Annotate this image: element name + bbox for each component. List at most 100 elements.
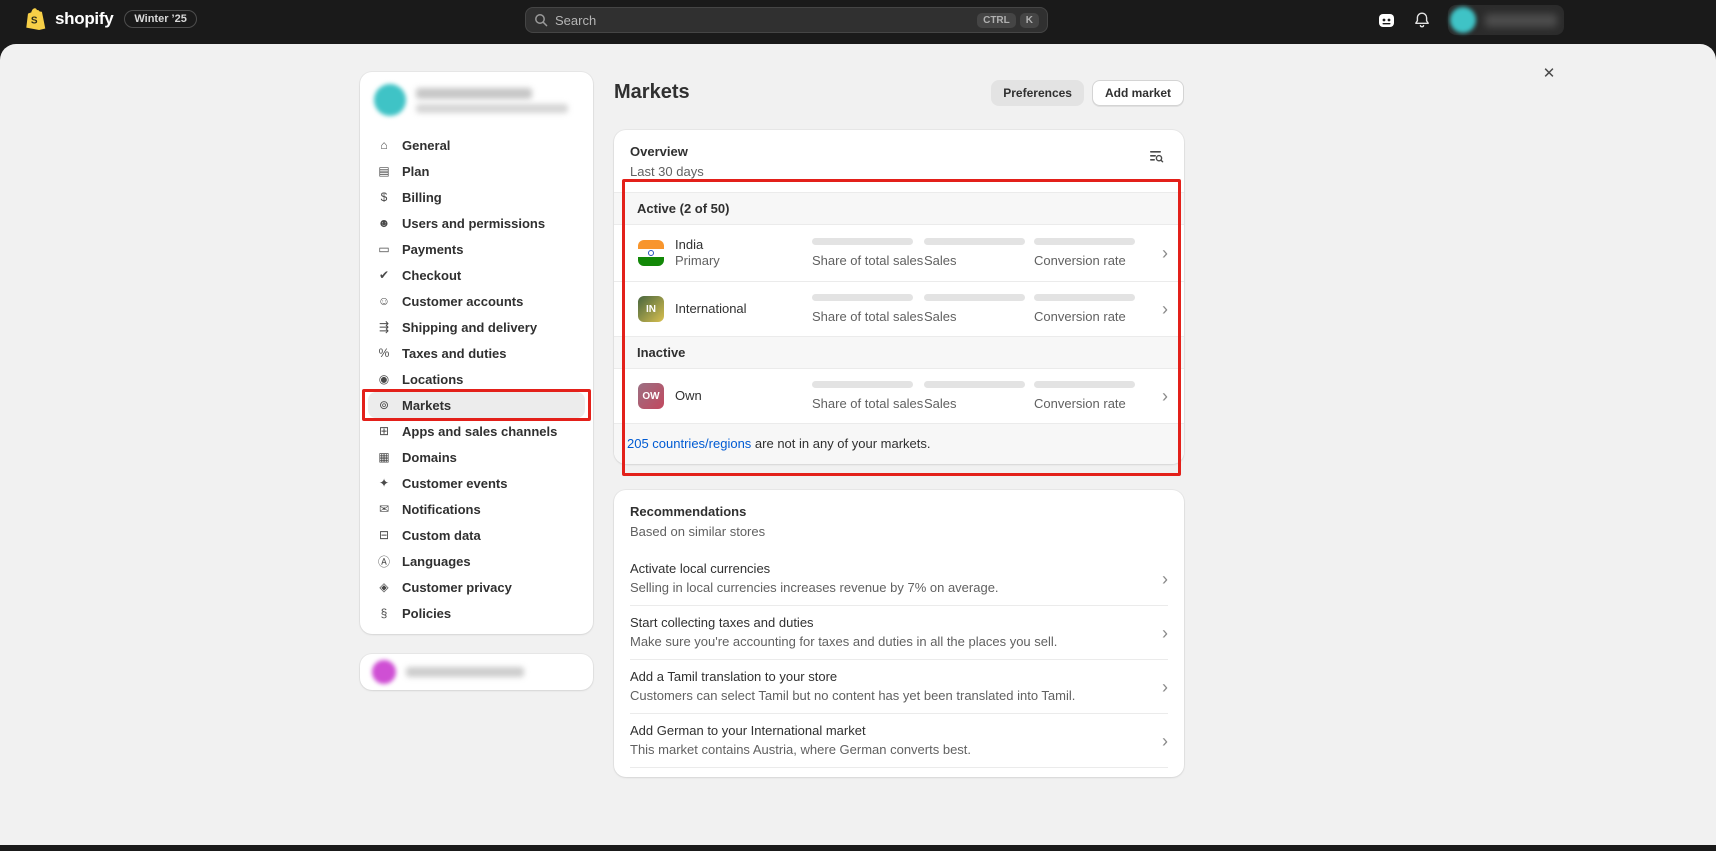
metric-share-of-total-sales: Share of total sales xyxy=(812,294,924,324)
sidekick-button[interactable] xyxy=(1374,8,1398,32)
shopify-logo[interactable]: S shopify Winter ’25 xyxy=(26,7,197,31)
market-row[interactable]: OW Own Share of total salesSalesConversi… xyxy=(614,369,1184,423)
market-row[interactable]: India Primary Share of total salesSalesC… xyxy=(614,225,1184,281)
metric-label: Conversion rate xyxy=(1034,396,1144,411)
market-row[interactable]: IN International Share of total salesSal… xyxy=(614,281,1184,336)
sidebar-item-custom-data[interactable]: ⊟ Custom data xyxy=(368,522,585,548)
market-metrics: Share of total salesSalesConversion rate xyxy=(812,294,1151,324)
metric-label: Share of total sales xyxy=(812,396,924,411)
sidebar-item-apps-and-sales-channels[interactable]: ⊞ Apps and sales channels xyxy=(368,418,585,444)
policy-doc-icon: § xyxy=(376,606,392,620)
sidebar-item-customer-privacy[interactable]: ◈ Customer privacy xyxy=(368,574,585,600)
add-market-button[interactable]: Add market xyxy=(1092,80,1184,106)
overview-card: Overview Last 30 days Active (2 of 50) xyxy=(614,130,1184,464)
store-name-redacted xyxy=(416,88,568,113)
payments-icon: ▭ xyxy=(376,242,392,256)
market-section-header: Inactive xyxy=(614,336,1184,369)
metric-label: Sales xyxy=(924,253,1034,268)
overview-subtitle: Last 30 days xyxy=(630,164,704,180)
sidebar-item-checkout[interactable]: ✔ Checkout xyxy=(368,262,585,288)
recommendation-title: Start collecting taxes and duties xyxy=(630,615,1150,631)
person-icon: ☺ xyxy=(376,294,392,308)
account-menu[interactable] xyxy=(1448,5,1564,35)
recommendation-title: Add a Tamil translation to your store xyxy=(630,669,1150,685)
close-button[interactable]: ✕ xyxy=(1536,60,1562,86)
metric-label: Sales xyxy=(924,309,1034,324)
metric-value-skeleton xyxy=(812,294,913,301)
sidebar-item-markets[interactable]: ⊚ Markets xyxy=(368,392,585,418)
tax-icon: % xyxy=(376,346,392,360)
recommendation-description: Customers can select Tamil but no conten… xyxy=(630,688,1150,704)
sidebar-item-label: Plan xyxy=(402,164,429,179)
markets-list: Active (2 of 50) India Primary Share of … xyxy=(614,192,1184,423)
metric-value-skeleton xyxy=(924,294,1025,301)
market-subtitle: Primary xyxy=(675,253,801,269)
sidebar-item-locations[interactable]: ◉ Locations xyxy=(368,366,585,392)
recommendation-item[interactable]: Add German to your International market … xyxy=(630,713,1168,767)
sidebar-item-label: Markets xyxy=(402,398,451,413)
metric-share-of-total-sales: Share of total sales xyxy=(812,238,924,268)
sidebar-item-taxes-and-duties[interactable]: % Taxes and duties xyxy=(368,340,585,366)
sidebar-item-label: Languages xyxy=(402,554,471,569)
team-member-avatar xyxy=(372,660,396,684)
metric-conversion-rate: Conversion rate xyxy=(1034,294,1144,324)
brand-wordmark: shopify xyxy=(55,9,113,29)
team-member-card[interactable] xyxy=(360,654,593,690)
markets-globe-icon: ⊚ xyxy=(376,398,392,412)
sidebar-item-languages[interactable]: Ⓐ Languages xyxy=(368,548,585,574)
shopify-bag-icon: S xyxy=(26,7,48,31)
sidebar-item-billing[interactable]: $ Billing xyxy=(368,184,585,210)
notifications-button[interactable] xyxy=(1410,8,1434,32)
sidebar-item-label: Taxes and duties xyxy=(402,346,507,361)
cart-icon: ✔ xyxy=(376,268,392,282)
page-title: Markets xyxy=(614,80,690,104)
sidebar-item-shipping-and-delivery[interactable]: ⇶ Shipping and delivery xyxy=(368,314,585,340)
search-input[interactable]: Search CTRL K xyxy=(525,7,1048,33)
sidebar-item-notifications[interactable]: ✉ Notifications xyxy=(368,496,585,522)
metric-share-of-total-sales: Share of total sales xyxy=(812,381,924,411)
lock-icon: ◈ xyxy=(376,580,392,594)
sidebar-item-label: Custom data xyxy=(402,528,481,543)
metric-conversion-rate: Conversion rate xyxy=(1034,238,1144,268)
recommendations-title: Recommendations xyxy=(630,504,765,520)
sidebar-item-customer-events[interactable]: ✦ Customer events xyxy=(368,470,585,496)
recommendations-header: Recommendations Based on similar stores xyxy=(614,490,1184,552)
metric-value-skeleton xyxy=(1034,381,1135,388)
sidebar-item-payments[interactable]: ▭ Payments xyxy=(368,236,585,262)
countries-regions-link[interactable]: 205 countries/regions xyxy=(627,436,751,451)
sidebar-item-label: Notifications xyxy=(402,502,481,517)
chevron-right-icon: › xyxy=(1162,732,1168,750)
metric-sales: Sales xyxy=(924,294,1034,324)
recommendation-description: This market contains Austria, where Germ… xyxy=(630,742,1150,758)
metric-sales: Sales xyxy=(924,238,1034,268)
annotated-markets-region: Active (2 of 50) India Primary Share of … xyxy=(614,192,1184,464)
redacted-team-member-name xyxy=(406,667,524,677)
sidebar-item-users-and-permissions[interactable]: ☻ Users and permissions xyxy=(368,210,585,236)
recommendation-item[interactable]: Add a new market › xyxy=(630,767,1168,777)
recommendation-item[interactable]: Start collecting taxes and duties Make s… xyxy=(630,605,1168,659)
market-section-title: Active (2 of 50) xyxy=(637,201,729,216)
recommendation-item[interactable]: Add a Tamil translation to your store Cu… xyxy=(630,659,1168,713)
overview-footer: 205 countries/regions are not in any of … xyxy=(614,423,1184,464)
recommendation-description: Make sure you're accounting for taxes an… xyxy=(630,634,1150,650)
list-search-icon xyxy=(1147,147,1165,165)
shopify-admin-settings: { "topbar": { "brand": "shopify", "relea… xyxy=(0,0,1716,851)
search-markets-button[interactable] xyxy=(1144,144,1168,168)
recommendation-item[interactable]: Activate local currencies Selling in loc… xyxy=(630,552,1168,605)
translate-icon: Ⓐ xyxy=(376,553,392,570)
sidebar-item-plan[interactable]: ▤ Plan xyxy=(368,158,585,184)
recommendation-row: Add a new market › xyxy=(614,767,1184,777)
overview-footer-text: are not in any of your markets. xyxy=(751,436,930,451)
metric-conversion-rate: Conversion rate xyxy=(1034,381,1144,411)
store-avatar xyxy=(374,84,406,116)
domains-icon: ▦ xyxy=(376,450,392,464)
metric-label: Conversion rate xyxy=(1034,253,1144,268)
sidebar-item-customer-accounts[interactable]: ☺ Customer accounts xyxy=(368,288,585,314)
preferences-button[interactable]: Preferences xyxy=(991,80,1084,106)
notification-bell-icon: ✉ xyxy=(376,502,392,516)
market-rows: India Primary Share of total salesSalesC… xyxy=(614,225,1184,336)
sidebar-item-domains[interactable]: ▦ Domains xyxy=(368,444,585,470)
sidebar-item-policies[interactable]: § Policies xyxy=(368,600,585,626)
sidebar-item-general[interactable]: ⌂ General xyxy=(368,132,585,158)
store-icon: ⌂ xyxy=(376,138,392,152)
